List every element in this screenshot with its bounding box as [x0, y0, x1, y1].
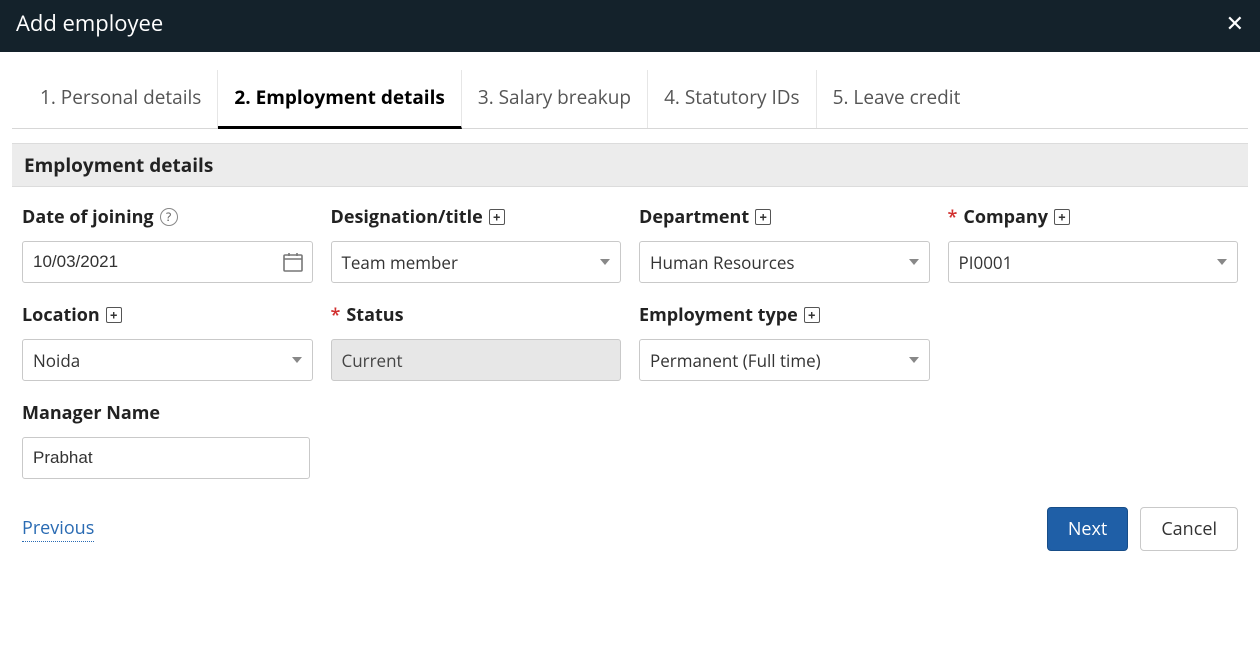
status-select: Current: [331, 339, 622, 381]
label-designation: Designation/title +: [331, 205, 622, 229]
modal-body: 1. Personal details 2. Employment detail…: [0, 52, 1260, 575]
previous-link[interactable]: Previous: [22, 516, 94, 542]
label-text: Department: [639, 205, 749, 229]
field-company: * Company + PI0001: [948, 205, 1239, 283]
chevron-down-icon: [600, 259, 610, 265]
label-text: Status: [346, 303, 403, 327]
plus-icon[interactable]: +: [489, 209, 505, 225]
modal-header: Add employee ✕: [0, 0, 1260, 52]
modal-card: 1. Personal details 2. Employment detail…: [8, 60, 1252, 567]
tab-leave-credit[interactable]: 5. Leave credit: [817, 70, 977, 128]
field-status: * Status Current: [331, 303, 622, 381]
tab-personal-details[interactable]: 1. Personal details: [24, 70, 218, 128]
tab-salary-breakup[interactable]: 3. Salary breakup: [462, 70, 648, 128]
select-value: Noida: [33, 349, 80, 372]
plus-icon[interactable]: +: [755, 209, 771, 225]
plus-icon[interactable]: +: [106, 307, 122, 323]
label-text: Employment type: [639, 303, 798, 327]
plus-icon[interactable]: +: [804, 307, 820, 323]
section-header: Employment details: [12, 143, 1248, 187]
manager-row: Manager Name: [12, 391, 1248, 489]
field-employment-type: Employment type + Permanent (Full time): [639, 303, 930, 381]
label-company: * Company +: [948, 205, 1239, 229]
next-button[interactable]: Next: [1047, 507, 1129, 551]
required-asterisk: *: [948, 205, 958, 229]
required-asterisk: *: [331, 303, 341, 327]
close-icon[interactable]: ✕: [1226, 12, 1244, 34]
field-manager-name: Manager Name: [22, 401, 310, 479]
select-value: Permanent (Full time): [650, 349, 821, 372]
label-manager-name: Manager Name: [22, 401, 310, 425]
field-department: Department + Human Resources: [639, 205, 930, 283]
field-designation: Designation/title + Team member: [331, 205, 622, 283]
form-footer: Previous Next Cancel: [12, 489, 1248, 557]
label-text: Designation/title: [331, 205, 483, 229]
label-text: Date of joining: [22, 205, 154, 229]
department-select[interactable]: Human Resources: [639, 241, 930, 283]
tab-employment-details[interactable]: 2. Employment details: [218, 70, 461, 129]
chevron-down-icon: [909, 259, 919, 265]
date-of-joining-input[interactable]: [22, 241, 313, 283]
tab-bar: 1. Personal details 2. Employment detail…: [12, 70, 1248, 129]
manager-name-input[interactable]: [22, 437, 310, 479]
chevron-down-icon: [292, 357, 302, 363]
label-status: * Status: [331, 303, 622, 327]
label-text: Company: [963, 205, 1048, 229]
help-icon[interactable]: ?: [160, 208, 178, 226]
spacer: [948, 303, 1239, 381]
label-employment-type: Employment type +: [639, 303, 930, 327]
select-value: Current: [342, 349, 403, 372]
control-date-of-joining: [22, 241, 313, 283]
label-location: Location +: [22, 303, 313, 327]
chevron-down-icon: [909, 357, 919, 363]
location-select[interactable]: Noida: [22, 339, 313, 381]
label-text: Location: [22, 303, 100, 327]
label-date-of-joining: Date of joining ?: [22, 205, 313, 229]
modal-title: Add employee: [16, 8, 163, 38]
cancel-button[interactable]: Cancel: [1140, 507, 1238, 551]
field-location: Location + Noida: [22, 303, 313, 381]
select-value: Human Resources: [650, 251, 795, 274]
label-text: Manager Name: [22, 401, 160, 425]
employment-type-select[interactable]: Permanent (Full time): [639, 339, 930, 381]
chevron-down-icon: [1217, 259, 1227, 265]
label-department: Department +: [639, 205, 930, 229]
select-value: Team member: [342, 251, 458, 274]
button-group: Next Cancel: [1047, 507, 1238, 551]
field-date-of-joining: Date of joining ?: [22, 205, 313, 283]
form-grid: Date of joining ?: [12, 187, 1248, 391]
control-manager-name: [22, 437, 310, 479]
company-select[interactable]: PI0001: [948, 241, 1239, 283]
select-value: PI0001: [959, 251, 1013, 274]
designation-select[interactable]: Team member: [331, 241, 622, 283]
tab-statutory-ids[interactable]: 4. Statutory IDs: [648, 70, 817, 128]
plus-icon[interactable]: +: [1054, 209, 1070, 225]
